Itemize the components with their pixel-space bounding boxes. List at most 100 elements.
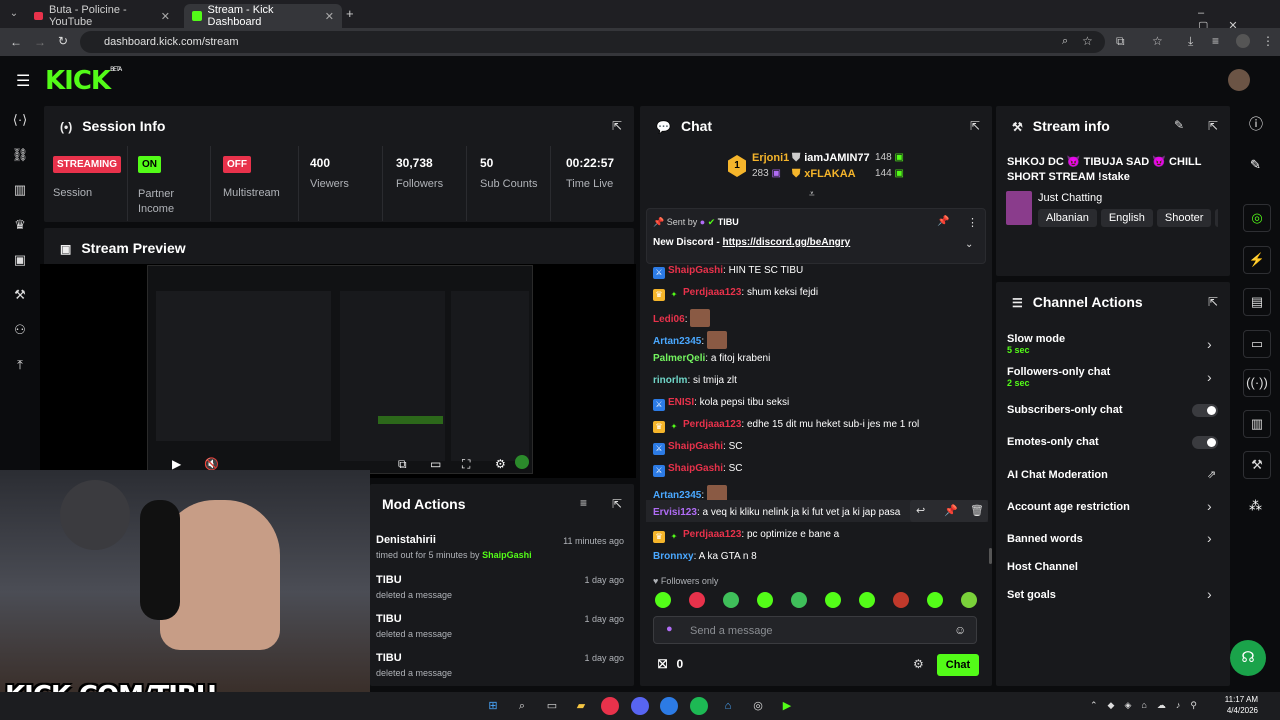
edge-icon[interactable] — [660, 697, 678, 715]
theater-icon[interactable]: ▭ — [430, 457, 441, 471]
discord-icon[interactable] — [631, 697, 649, 715]
camera-icon[interactable]: ◎ — [1243, 204, 1271, 232]
chat-username[interactable]: ShaipGashi — [668, 441, 723, 452]
unpin-icon[interactable]: 📌 — [937, 216, 949, 227]
mod-action-by[interactable]: ShaipGashi — [482, 550, 532, 560]
expand-icon[interactable]: ⇱ — [970, 119, 980, 133]
pip-icon[interactable]: ⧉ — [398, 457, 407, 472]
info-icon[interactable]: ⓘ — [1249, 114, 1263, 134]
expand-icon[interactable]: ⇱ — [1208, 295, 1218, 309]
mute-icon[interactable]: 🔇 — [204, 457, 219, 471]
users-icon[interactable]: ⚇ — [10, 320, 30, 340]
tab-youtube[interactable]: Buta - Policine - YouTube ✕ — [26, 4, 178, 28]
chat-username[interactable]: PalmerQeli — [653, 353, 705, 364]
kick-app-icon[interactable]: ▶ — [778, 697, 796, 715]
download-icon[interactable]: ⤓ — [1188, 34, 1193, 49]
reload-icon[interactable]: ↻ — [58, 34, 68, 48]
menu-icon[interactable]: ⋮ — [1262, 34, 1274, 48]
action-ai-moderation[interactable]: AI Chat Moderation — [1007, 469, 1108, 481]
fullscreen-icon[interactable]: ⛶ — [462, 457, 470, 472]
mod-action-user[interactable]: TIBU — [376, 613, 402, 625]
apps-icon[interactable]: ⁂ — [1249, 498, 1262, 514]
link-icon[interactable]: ⛓ — [10, 145, 30, 165]
expand-icon[interactable]: ⇱ — [1208, 119, 1218, 133]
pinned-sender[interactable]: TIBU — [718, 217, 739, 227]
profile-avatar-icon[interactable] — [1236, 34, 1250, 48]
media-icon[interactable]: ≡ — [1212, 34, 1219, 48]
support-headset-icon[interactable]: ☊ — [1230, 640, 1266, 676]
send-chat-button[interactable]: Chat — [937, 654, 979, 676]
action-set-goals[interactable]: Set goals — [1007, 589, 1056, 601]
server-icon[interactable]: ▥ — [1243, 410, 1271, 438]
mod-action-user[interactable]: TIBU — [376, 574, 402, 586]
expand-icon[interactable]: ⇱ — [612, 119, 622, 133]
chat-username[interactable]: Perdjaaa123 — [683, 529, 741, 540]
emote-icon[interactable] — [655, 592, 671, 608]
url-field[interactable]: dashboard.kick.com/stream — [80, 31, 1105, 53]
search-icon[interactable]: ⌕ — [513, 697, 531, 715]
extensions-icon[interactable]: ⧉ — [1116, 34, 1125, 49]
upload-icon[interactable]: ⤒ — [10, 355, 30, 375]
chrome-icon[interactable] — [601, 697, 619, 715]
wrench-icon[interactable]: ⚒ — [10, 285, 30, 305]
star-icon[interactable]: ☆ — [1082, 34, 1093, 48]
tag[interactable]: Shooter — [1156, 209, 1212, 227]
delete-icon[interactable]: 🗑 — [970, 504, 984, 517]
system-tray-icons[interactable]: ⌃◆◈⌂☁♪⚲ — [1090, 700, 1207, 711]
expand-icon[interactable]: ⇱ — [612, 497, 622, 511]
tab-kick-dashboard[interactable]: Stream - Kick Dashboard ✕ — [184, 4, 342, 28]
action-followers-only[interactable]: Followers-only chat 2 sec — [1007, 366, 1110, 388]
app-icon[interactable]: ⌂ — [719, 697, 737, 715]
chat-username[interactable]: rinorlm — [653, 375, 687, 386]
windows-start-icon[interactable]: ⊞ — [484, 697, 502, 715]
pinned-link[interactable]: https://discord.gg/beAngry — [722, 237, 850, 248]
action-banned-words[interactable]: Banned words — [1007, 533, 1083, 545]
gift-box-icon[interactable]: ⛝ — [658, 657, 667, 671]
message-icon[interactable]: ▭ — [1243, 330, 1271, 358]
tab-list-icon[interactable]: ⌄ — [6, 6, 22, 22]
lightning-icon[interactable]: ⚡ — [1243, 246, 1271, 274]
tag[interactable]: Albanian — [1038, 209, 1097, 227]
tag[interactable]: English — [1100, 209, 1153, 227]
file-explorer-icon[interactable]: ▰ — [572, 697, 590, 715]
chat-username[interactable]: Perdjaaa123 — [683, 287, 741, 298]
leader-row-2[interactable]: ⛊ iamJAMIN77 — [792, 152, 870, 165]
forward-icon[interactable]: → — [34, 35, 46, 49]
chat-username[interactable]: ShaipGashi — [668, 463, 723, 474]
chat-username[interactable]: Bronnxy — [653, 551, 694, 562]
chevron-right-icon[interactable]: › — [1207, 530, 1212, 546]
wrench-icon[interactable]: ⚒ — [1243, 451, 1271, 479]
chat-settings-icon[interactable]: ⚙ — [913, 657, 924, 671]
external-link-icon[interactable]: ⇗ — [1207, 468, 1216, 481]
edit-icon[interactable]: ✎ — [1250, 157, 1261, 173]
emote-icon[interactable] — [791, 592, 807, 608]
zoom-icon[interactable]: ⌕ — [1062, 35, 1068, 48]
hamburger-icon[interactable]: ☰ — [16, 71, 30, 91]
pin-message-icon[interactable]: 📌 — [944, 504, 958, 517]
chevron-right-icon[interactable]: › — [1207, 586, 1212, 602]
leader-row-3[interactable]: ⛊ xFLAKAA — [792, 168, 856, 181]
bookmarks-icon[interactable]: ☆ — [1152, 34, 1163, 48]
clock[interactable]: 11:17 AM 4/4/2026 — [1222, 694, 1258, 716]
chat-input[interactable]: ● Send a message ☺ — [653, 616, 977, 644]
emote-icon[interactable] — [689, 592, 705, 608]
play-icon[interactable]: ▶ — [172, 457, 181, 471]
video-icon[interactable]: ▣ — [10, 250, 30, 270]
action-account-age[interactable]: Account age restriction — [1007, 501, 1130, 513]
spotify-icon[interactable] — [690, 697, 708, 715]
chat-username[interactable]: Artan2345 — [653, 336, 701, 347]
emote-icon[interactable] — [893, 592, 909, 608]
edit-icon[interactable]: ✎ — [1174, 118, 1184, 132]
tag[interactable]: a — [1215, 209, 1218, 227]
steam-icon[interactable]: ◎ — [749, 697, 767, 715]
chat-username[interactable]: ShaipGashi — [668, 265, 723, 276]
emoji-icon[interactable]: ☺ — [954, 623, 966, 637]
emote-icon[interactable] — [723, 592, 739, 608]
settings-gear-icon[interactable]: ⚙ — [495, 457, 506, 471]
chevron-right-icon[interactable]: › — [1207, 498, 1212, 514]
trophy-icon[interactable]: ♛ — [10, 215, 30, 235]
more-icon[interactable]: ⋮ — [967, 216, 978, 229]
chat-scrollbar[interactable] — [989, 548, 992, 564]
chevron-down-icon[interactable]: ⌄ — [965, 239, 973, 250]
chat-username[interactable]: ENISI — [668, 397, 694, 408]
